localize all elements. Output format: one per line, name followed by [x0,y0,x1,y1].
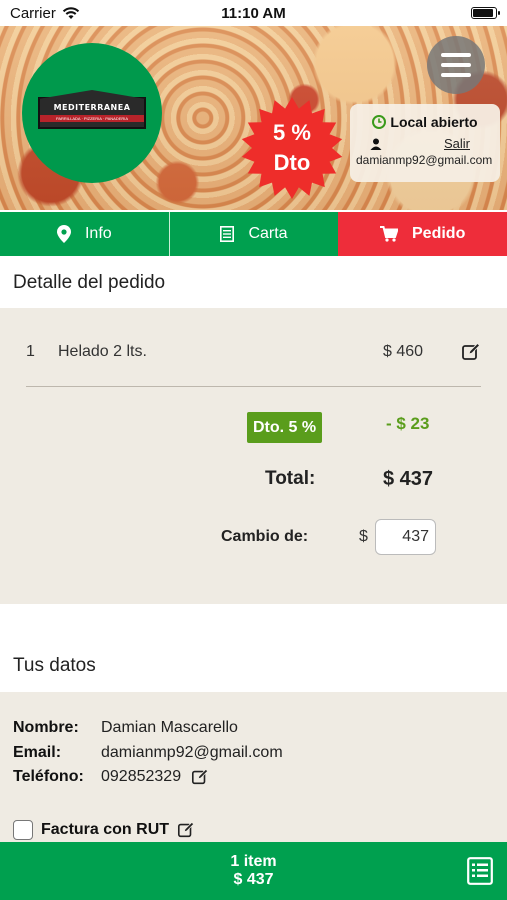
user-icon [370,138,382,150]
cart-item-count: 1 item [230,853,277,870]
tab-info[interactable]: Info [0,212,170,256]
discount-label: Dto [273,150,311,175]
open-status: Local abierto [390,114,478,130]
order-item-name: Helado 2 lts. [58,343,147,360]
rut-invoice-checkbox[interactable] [13,820,33,840]
clock-icon [372,115,387,129]
wifi-icon [62,7,80,19]
battery-icon [471,7,500,19]
total-label: Total: [265,468,316,489]
email-row: Email: damianmp92@gmail.com [13,744,283,762]
user-email: damianmp92@gmail.com [356,153,493,167]
edit-phone-icon[interactable] [191,768,209,786]
name-label: Nombre: [13,719,79,736]
tab-pedido[interactable]: Pedido [338,212,507,256]
discount-percent: 5 % [273,120,311,145]
order-item-price: $ 460 [383,343,424,360]
total-amount: $ 437 [383,468,434,490]
tab-carta-label: Carta [248,225,288,242]
name-value: Damian Mascarello [101,719,238,736]
logout-link[interactable]: Salir [444,136,470,151]
phone-value: 092852329 [101,768,182,785]
divider [26,386,481,387]
cart-summary-bar[interactable]: 1 item $ 437 [0,842,507,900]
logo-tagline: PARRILLADA · PIZZERIA · PANADERIA [40,114,144,122]
discount-tag: Dto. 5 % [247,412,322,443]
logo-name: MEDITERRANEA [53,102,131,112]
order-summary-panel: 1 Helado 2 lts. $ 460 Dto. 5 % - $ 23 To… [0,308,507,604]
hamburger-menu-button[interactable] [427,36,485,94]
carrier-label: Carrier [10,4,56,22]
phone-row: Teléfono: 092852329 [13,768,209,786]
rut-invoice-label: Factura con RUT [41,821,170,838]
tab-bar: Info Carta Pedido [0,212,507,256]
phone-label: Teléfono: [13,768,84,785]
email-value: damianmp92@gmail.com [101,744,283,761]
order-list-icon[interactable] [467,857,493,885]
change-label: Cambio de: [221,528,309,545]
cart-icon [380,226,398,242]
change-currency: $ [359,528,368,545]
cart-total: $ 437 [233,871,274,888]
user-data-title: Tus datos [13,655,96,676]
menu-list-icon [220,226,235,242]
order-item-qty: 1 [26,343,35,360]
discount-badge: 5 % Dto [240,96,344,200]
location-pin-icon [56,225,71,243]
rut-invoice-row: Factura con RUT [13,820,195,840]
edit-icon[interactable] [461,342,481,362]
restaurant-logo: MEDITERRANEA PARRILLADA · PIZZERIA · PAN… [22,43,162,183]
store-status-card: Local abierto Salir damianmp92@gmail.com [350,104,500,182]
change-amount-input[interactable] [375,519,436,555]
order-item-row: 1 Helado 2 lts. $ 460 [26,342,481,362]
status-bar: Carrier 11:10 AM [0,0,507,26]
discount-amount: - $ 23 [386,414,430,433]
tab-info-label: Info [84,225,112,242]
header-banner: MEDITERRANEA PARRILLADA · PIZZERIA · PAN… [0,26,507,210]
edit-rut-icon[interactable] [177,821,195,839]
email-label: Email: [13,744,62,761]
order-detail-title: Detalle del pedido [13,272,166,293]
tab-carta[interactable]: Carta [169,212,339,256]
tab-pedido-label: Pedido [412,225,466,242]
name-row: Nombre: Damian Mascarello [13,719,238,737]
user-data-panel: Nombre: Damian Mascarello Email: damianm… [0,692,507,842]
